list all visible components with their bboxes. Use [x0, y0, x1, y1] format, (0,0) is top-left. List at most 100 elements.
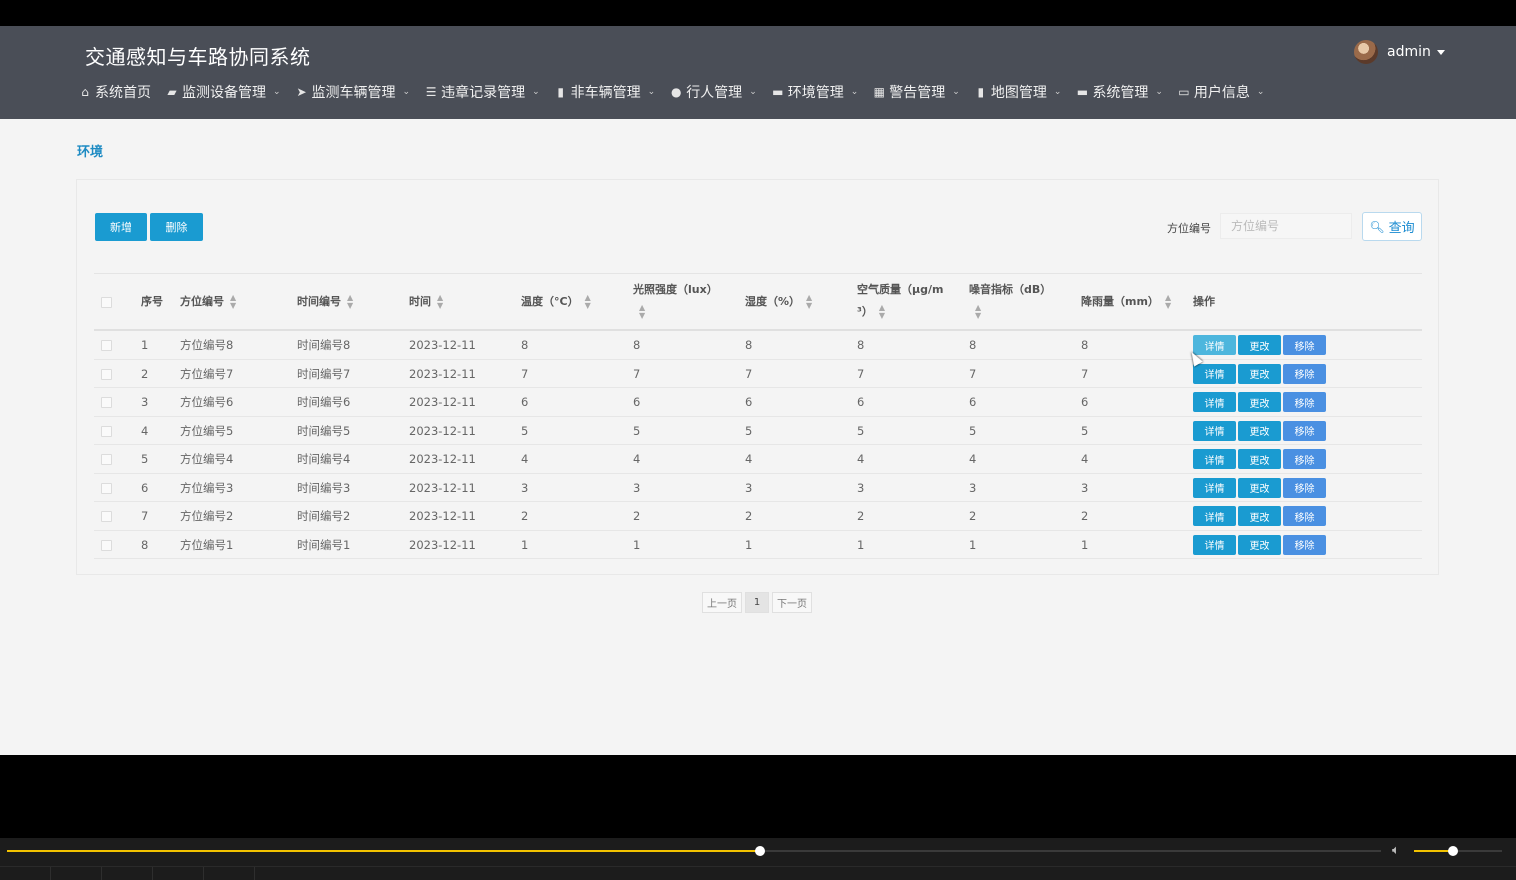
sort-icon[interactable]: ▲ ▼	[975, 304, 981, 320]
remove-button[interactable]: 移除	[1283, 420, 1326, 441]
sort-icon[interactable]: ▲ ▼	[879, 304, 885, 320]
sort-icon[interactable]: ▲ ▼	[585, 294, 591, 310]
sort-icon[interactable]: ▲ ▼	[806, 294, 812, 310]
volume-icon[interactable]: 🔈︎	[1392, 843, 1400, 858]
row-checkbox[interactable]	[101, 425, 112, 437]
row-checkbox[interactable]	[101, 482, 112, 494]
table-body: 1 方位编号8 时间编号8 2023-12-11 8 8 8 8 8 8 详情 更改 移除 2 方位编号7 时…	[94, 331, 1422, 559]
edit-button[interactable]: 更改	[1238, 477, 1281, 498]
cell-noise: 8	[969, 338, 977, 352]
col-header-noise[interactable]: 噪音指标（dB） ▲ ▼	[969, 279, 1051, 323]
nav-item-1[interactable]: ▰ 监测设备管理 ⌄	[165, 82, 280, 102]
select-all-checkbox[interactable]	[101, 297, 112, 308]
edit-button[interactable]: 更改	[1238, 534, 1281, 555]
detail-button[interactable]: 详情	[1193, 420, 1236, 441]
remove-button[interactable]: 移除	[1283, 534, 1326, 555]
remove-button[interactable]: 移除	[1283, 392, 1326, 412]
caret-down-icon[interactable]	[1436, 49, 1445, 55]
edit-button[interactable]: 更改	[1238, 392, 1281, 412]
edit-button[interactable]: 更改	[1238, 449, 1281, 469]
sliders-icon: ☰	[425, 85, 437, 99]
delete-button[interactable]: 删除	[150, 213, 203, 241]
data-panel: 新增 删除 方位编号 🔍︎ 查询 序号 方位编号▲▼ 时间编号▲▼ 时间▲▼ 温…	[76, 179, 1439, 575]
sort-icon[interactable]: ▲ ▼	[347, 294, 353, 310]
detail-button[interactable]: 详情	[1193, 449, 1236, 469]
next-page-button[interactable]: 下一页	[772, 592, 812, 613]
cell-loc: 方位编号8	[180, 338, 234, 352]
progress-handle[interactable]	[754, 846, 765, 856]
sort-icon[interactable]: ▲ ▼	[639, 304, 645, 320]
nav-item-0[interactable]: ⌂ 系统首页	[78, 82, 151, 102]
detail-button[interactable]: 详情	[1193, 534, 1236, 555]
col-header-location[interactable]: 方位编号 ▲ ▼	[180, 291, 236, 313]
edit-button[interactable]: 更改	[1238, 506, 1281, 526]
search-icon: 🔍︎	[1369, 219, 1385, 234]
remove-button[interactable]: 移除	[1283, 335, 1326, 355]
nav-item-10[interactable]: ▭ 用户信息 ⌄	[1177, 82, 1264, 102]
cell-lux: 2	[633, 509, 641, 523]
progress-bar[interactable]	[7, 846, 1381, 856]
row-checkbox[interactable]	[101, 454, 112, 465]
nav-item-label: 警告管理	[889, 85, 946, 101]
col-header-humidity[interactable]: 湿度（%） ▲ ▼	[745, 291, 812, 313]
edit-button[interactable]: 更改	[1238, 363, 1281, 384]
row-checkbox[interactable]	[101, 397, 112, 408]
nav-item-4[interactable]: ▮ 非车辆管理 ⌄	[554, 82, 655, 102]
remove-button[interactable]: 移除	[1283, 506, 1326, 526]
add-button[interactable]: 新增	[95, 213, 147, 241]
strip-cell	[51, 867, 102, 880]
col-header-air-quality[interactable]: 空气质量（μg/m ³） ▲ ▼	[857, 279, 943, 323]
detail-button[interactable]: 详情	[1193, 392, 1236, 412]
volume-handle[interactable]	[1447, 846, 1458, 856]
nav-item-5[interactable]: ● 行人管理 ⌄	[669, 82, 757, 102]
col-header-time-id[interactable]: 时间编号 ▲ ▼	[297, 291, 353, 313]
col-header-date[interactable]: 时间 ▲ ▼	[409, 291, 443, 313]
cell-temp: 8	[521, 338, 529, 352]
table-header: 序号 方位编号 ▲ ▼ 时间编号 ▲ ▼ 时间 ▲ ▼ 温度（°C） ▲ ▼ 光照强度（lux）…	[94, 273, 1422, 331]
edit-button[interactable]: 更改	[1238, 420, 1281, 441]
nav-item-6[interactable]: ▬ 环境管理 ⌄	[771, 82, 858, 102]
cell-rain: 3	[1081, 480, 1089, 495]
cell-air: 7	[857, 366, 865, 381]
clipboard-icon: ▮	[977, 85, 985, 99]
row-checkbox[interactable]	[101, 539, 112, 551]
col-header-light[interactable]: 光照强度（lux） ▲ ▼	[633, 279, 718, 323]
edit-button[interactable]: 更改	[1238, 335, 1281, 355]
detail-button[interactable]: 详情	[1193, 363, 1236, 384]
detail-button[interactable]: 详情	[1193, 335, 1236, 355]
sort-icon[interactable]: ▲ ▼	[230, 294, 236, 310]
row-checkbox[interactable]	[101, 368, 112, 380]
user-menu[interactable]: admin	[1354, 40, 1445, 64]
volume-slider[interactable]	[1414, 846, 1502, 856]
nav-item-2[interactable]: ➤ 监测车辆管理 ⌄	[295, 82, 411, 102]
sort-icon[interactable]: ▲ ▼	[1165, 294, 1171, 310]
search-input[interactable]	[1220, 213, 1352, 239]
remove-button[interactable]: 移除	[1283, 449, 1326, 469]
chevron-down-icon: ⌄	[749, 87, 757, 97]
page-1-button[interactable]: 1	[745, 592, 769, 613]
avatar[interactable]	[1354, 40, 1378, 64]
remove-button[interactable]: 移除	[1283, 363, 1326, 384]
cell-date: 2023-12-11	[409, 366, 476, 381]
col-header-temperature[interactable]: 温度（°C） ▲ ▼	[521, 291, 591, 313]
search-button[interactable]: 🔍︎ 查询	[1362, 212, 1422, 241]
nav-item-7[interactable]: ▦ 警告管理 ⌄	[872, 82, 960, 102]
cell-rain: 1	[1081, 537, 1089, 552]
cell-noise: 1	[969, 537, 977, 552]
row-checkbox[interactable]	[101, 511, 112, 522]
nav-item-8[interactable]: ▮ 地图管理 ⌄	[974, 82, 1062, 102]
row-checkbox[interactable]	[101, 340, 112, 351]
nav-item-label: 环境管理	[787, 85, 844, 101]
nav-item-3[interactable]: ☰ 违章记录管理 ⌄	[424, 82, 540, 102]
cell-hum: 4	[745, 452, 753, 466]
table-row: 3 方位编号6 时间编号6 2023-12-11 6 6 6 6 6 6 详情 更改 移除	[94, 388, 1422, 417]
detail-button[interactable]: 详情	[1193, 477, 1236, 498]
prev-page-button[interactable]: 上一页	[702, 592, 742, 613]
cell-air: 5	[857, 423, 865, 438]
col-header-rainfall[interactable]: 降雨量（mm） ▲ ▼	[1081, 291, 1171, 313]
user-name[interactable]: admin	[1387, 44, 1431, 60]
detail-button[interactable]: 详情	[1193, 506, 1236, 526]
nav-item-9[interactable]: ▬ 系统管理 ⌄	[1075, 82, 1163, 102]
sort-icon[interactable]: ▲ ▼	[437, 294, 443, 310]
remove-button[interactable]: 移除	[1283, 477, 1326, 498]
